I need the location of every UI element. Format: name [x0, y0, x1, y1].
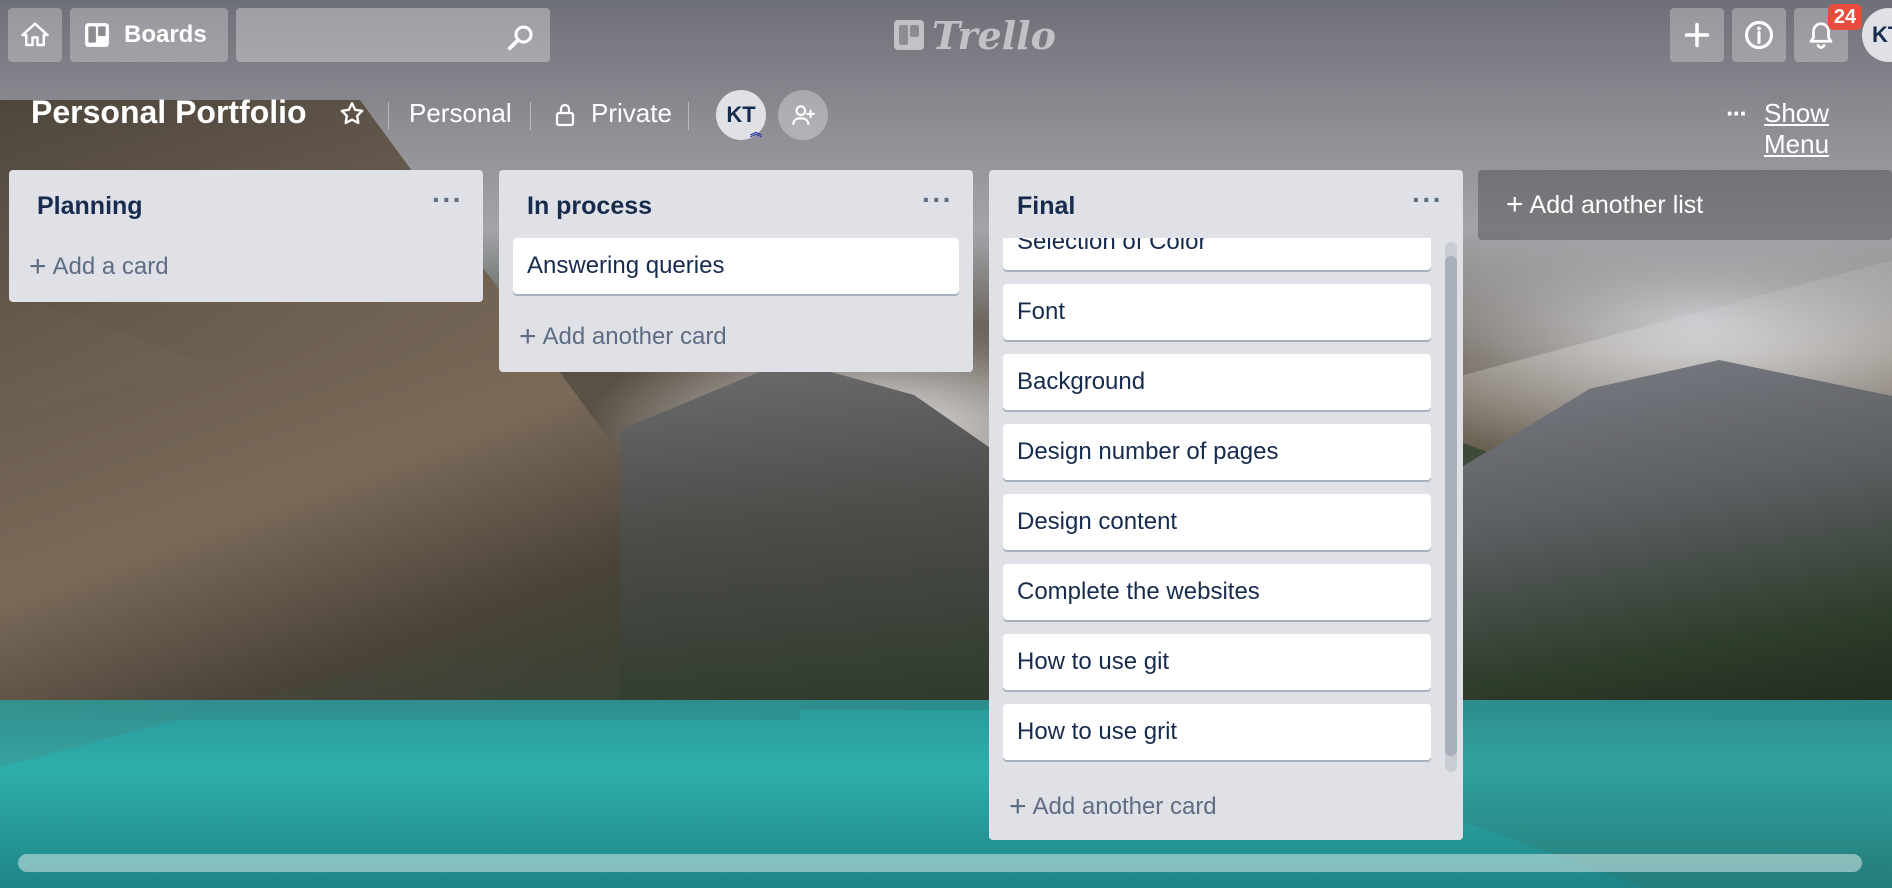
list-scrollbar-thumb[interactable]	[1445, 256, 1457, 756]
board-member-avatar[interactable]: KT ︽	[716, 90, 766, 140]
list-in-process: In process ··· Answering queries + Add a…	[499, 170, 973, 372]
card[interactable]: How to use git	[1003, 634, 1431, 690]
plus-icon: +	[519, 320, 537, 353]
add-card-label: Add another card	[1032, 793, 1217, 820]
search-input[interactable]	[236, 8, 550, 62]
plus-icon	[1684, 22, 1710, 48]
search-icon[interactable]	[506, 22, 536, 52]
card[interactable]: Design content	[1003, 494, 1431, 550]
list-scrollbar[interactable]	[1445, 242, 1457, 772]
boards-icon	[85, 23, 109, 47]
list-menu-icon[interactable]: ···	[922, 184, 953, 216]
header-divider	[530, 102, 531, 130]
more-icon[interactable]: ···	[1726, 98, 1748, 129]
show-menu-link[interactable]: Show Menu	[1764, 98, 1892, 160]
team-button[interactable]: Personal	[409, 98, 512, 129]
card[interactable]: How to use grit	[1003, 704, 1431, 760]
board-horizontal-scrollbar[interactable]	[18, 854, 1862, 872]
boards-label: Boards	[124, 21, 207, 48]
boards-button[interactable]: Boards	[70, 8, 228, 62]
card[interactable]: Complete the websites	[1003, 564, 1431, 620]
list-menu-icon[interactable]: ···	[1412, 184, 1443, 216]
card-list: Selection of Color Font Background Desig…	[989, 238, 1463, 778]
add-list-button[interactable]: + Add another list	[1478, 170, 1892, 240]
create-button[interactable]	[1670, 8, 1724, 62]
top-navigation-bar: Boards Trello 24 KT	[0, 0, 1892, 70]
board-header: Personal Portfolio Personal Private KT ︽…	[0, 84, 1892, 159]
plus-icon: +	[1009, 790, 1027, 823]
notification-count-badge: 24	[1828, 4, 1862, 30]
list-final: Final ··· Selection of Color Font Backgr…	[989, 170, 1463, 840]
trello-logo-icon	[894, 20, 924, 50]
card[interactable]: Design number of pages	[1003, 424, 1431, 480]
list-menu-icon[interactable]: ···	[432, 184, 463, 216]
list-title[interactable]: Planning	[37, 192, 143, 221]
list-planning: Planning ··· + Add a card	[9, 170, 483, 302]
list-title[interactable]: Final	[1017, 192, 1075, 221]
add-card-label: Add another card	[542, 323, 727, 350]
user-avatar[interactable]: KT	[1862, 8, 1892, 62]
home-icon	[21, 22, 49, 47]
add-card-button[interactable]: + Add another card	[1009, 790, 1217, 824]
list-title[interactable]: In process	[527, 192, 652, 221]
home-button[interactable]	[8, 8, 62, 62]
background-mountain-right	[1460, 360, 1892, 720]
add-card-button[interactable]: + Add a card	[29, 250, 169, 284]
background-mountain-center	[620, 360, 1040, 710]
invite-member-button[interactable]	[778, 90, 828, 140]
star-icon[interactable]	[338, 100, 366, 128]
card[interactable]: Selection of Color	[1003, 238, 1431, 270]
add-card-label: Add a card	[52, 253, 169, 280]
card[interactable]: Background	[1003, 354, 1431, 410]
plus-icon: +	[29, 250, 47, 283]
card[interactable]: Font	[1003, 284, 1431, 340]
header-divider	[688, 102, 689, 130]
card[interactable]: Answering queries	[513, 238, 959, 294]
plus-icon: +	[1506, 188, 1524, 221]
visibility-button[interactable]: Private	[591, 98, 672, 129]
board-title[interactable]: Personal Portfolio	[31, 94, 307, 131]
info-icon	[1744, 20, 1774, 50]
trello-logo-text: Trello	[932, 12, 1056, 58]
trello-logo[interactable]: Trello	[894, 12, 1056, 58]
add-list-label: Add another list	[1529, 190, 1704, 219]
add-person-icon	[792, 105, 815, 125]
admin-chevron-icon: ︽	[749, 125, 762, 139]
lock-icon	[555, 103, 575, 127]
info-button[interactable]	[1732, 8, 1786, 62]
add-card-button[interactable]: + Add another card	[519, 320, 727, 354]
header-divider	[388, 102, 389, 130]
